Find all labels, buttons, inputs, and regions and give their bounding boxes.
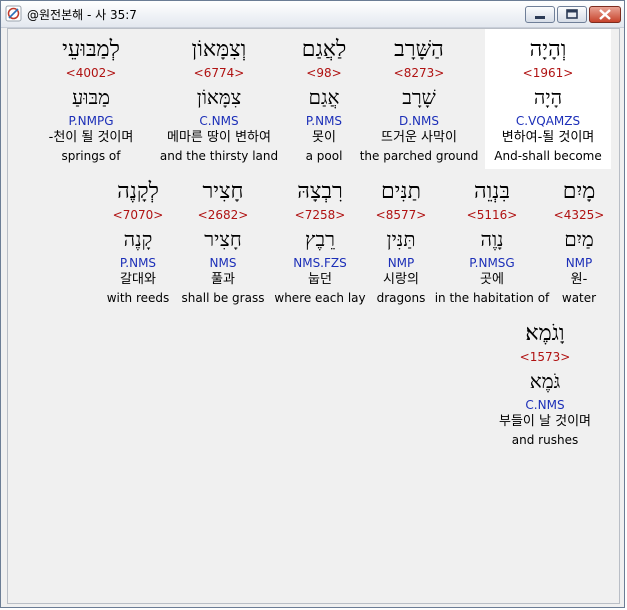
korean-gloss: -천이 될 것이며 <box>48 130 134 145</box>
hebrew-word: וְהָיָה <box>529 37 567 62</box>
morphology-code: C.NMS <box>199 114 239 128</box>
lemma: קָנֶה <box>123 227 153 251</box>
word-cell[interactable]: וָגֹמֶא׃ <1573> גֹּמֶא C.NMS 부들이 날 것이며 a… <box>482 319 608 449</box>
maximize-icon <box>566 9 578 19</box>
word-cell[interactable]: וְהָיָה <1961> הָיָה C.VQAMZS 변하여-될 것이며 … <box>485 35 611 165</box>
korean-gloss: 메마른 땅이 변하여 <box>167 130 271 145</box>
word-cell[interactable]: לְמַבּוּעֵי <4002> מַבּוּעַ P.NMPG -천이 될… <box>28 35 154 165</box>
minimize-icon <box>535 16 545 19</box>
hebrew-word: וָגֹמֶא׃ <box>525 321 565 346</box>
korean-gloss: 갈대와 <box>120 272 156 287</box>
english-gloss: springs of <box>61 149 121 163</box>
lemma: גֹּמֶא <box>529 369 561 393</box>
close-button[interactable] <box>589 6 621 23</box>
strong-number[interactable]: <7070> <box>75 207 201 223</box>
lemma: מַבּוּעַ <box>72 85 110 109</box>
title-bar[interactable]: @원전본해 - 사 35:7 <box>1 1 624 28</box>
korean-gloss: 부들이 날 것이며 <box>499 414 591 429</box>
strong-number[interactable]: <6774> <box>156 65 282 81</box>
maximize-button[interactable] <box>557 6 587 23</box>
morphology-code: P.NMS <box>119 256 157 270</box>
interlinear-panel[interactable]: וְהָיָה <1961> הָיָה C.VQAMZS 변하여-될 것이며 … <box>7 28 620 604</box>
english-gloss: with reeds <box>106 291 170 305</box>
strong-number[interactable]: <1573> <box>482 349 608 365</box>
minimize-button[interactable] <box>525 6 555 23</box>
english-gloss: and rushes <box>511 433 579 447</box>
hebrew-word: וְצִמָּאוֹן <box>191 37 247 62</box>
word-cell[interactable]: לְקָנֶה <7070> קָנֶה P.NMS 갈대와 with reed… <box>75 177 201 307</box>
morphology-code: C.NMS <box>525 398 565 412</box>
english-gloss: and the thirsty land <box>159 149 279 163</box>
close-icon <box>599 9 611 20</box>
lemma: הָיָה <box>533 85 563 109</box>
word-cell[interactable]: וְצִמָּאוֹן <6774> צִמָּאוֹן C.NMS 메마른 땅… <box>156 35 282 165</box>
app-window: @원전본해 - 사 35:7 וְהָיָה <1961> הָיָה C.VQ… <box>0 0 625 608</box>
strong-number[interactable]: <4002> <box>28 65 154 81</box>
app-icon[interactable] <box>5 5 22 22</box>
window-title: @원전본해 - 사 35:7 <box>27 8 137 22</box>
english-gloss: And-shall become <box>494 149 602 163</box>
morphology-code: C.VQAMZS <box>515 114 581 128</box>
korean-gloss: 변하여-될 것이며 <box>501 130 595 145</box>
hebrew-word: לְמַבּוּעֵי <box>62 37 120 62</box>
lemma: צִמָּאוֹן <box>196 85 242 109</box>
morphology-code: P.NMPG <box>68 114 114 128</box>
strong-number[interactable]: <1961> <box>485 65 611 81</box>
hebrew-word: לְקָנֶה <box>117 179 159 204</box>
